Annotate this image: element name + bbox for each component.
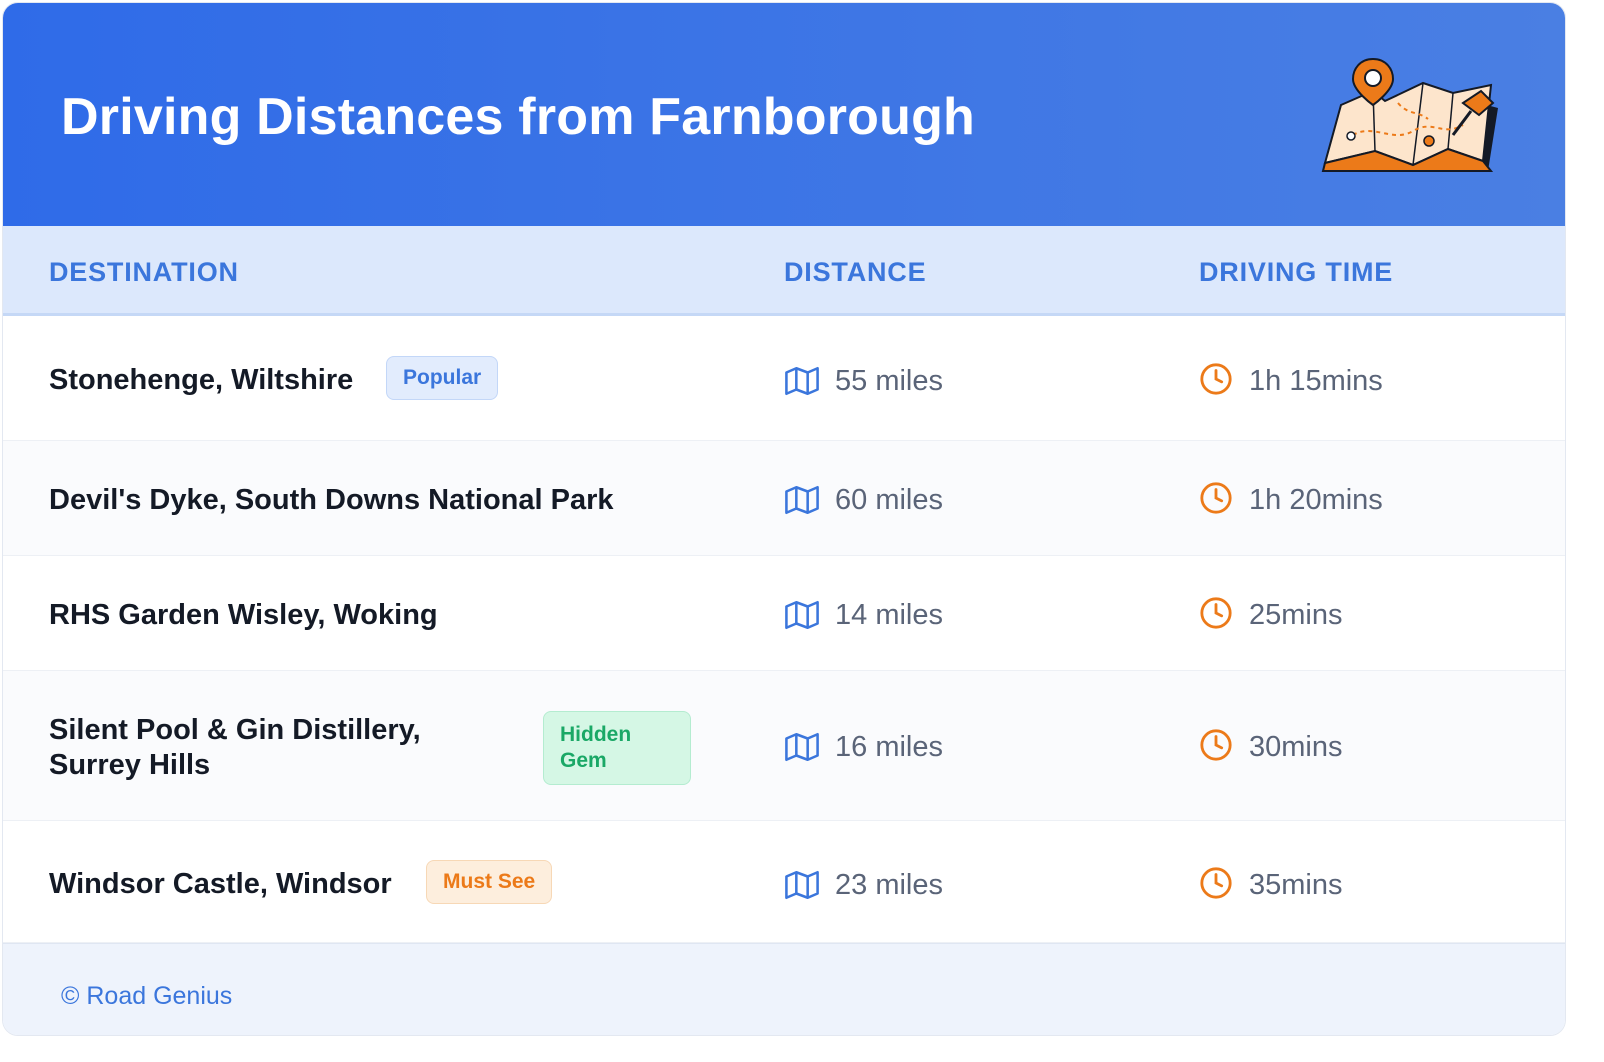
table-row: RHS Garden Wisley, Woking 14 miles 25min… [3,556,1565,671]
clock-icon [1200,482,1232,514]
map-pin-illustration-icon [1321,57,1498,172]
driving-time-value: 1h 15mins [1249,365,1383,397]
clock-icon [1200,363,1232,395]
hidden-gem-badge: Hidden Gem [543,711,691,785]
destination-name: Devil's Dyke, South Downs National Park [49,484,614,516]
table-row: Windsor Castle, Windsor Must See 23 mile… [3,821,1565,943]
driving-time-value: 1h 20mins [1249,484,1383,516]
page-title: Driving Distances from Farnborough [61,88,976,146]
card-footer: © Road Genius [3,943,1565,1035]
brand-credit: © Road Genius [61,982,233,1010]
destination-name-line-1: Silent Pool & Gin Distillery, [49,714,421,746]
clock-icon [1200,729,1232,761]
driving-time-value: 35mins [1249,869,1343,901]
distance-value: 16 miles [835,731,943,763]
table-row: Stonehenge, Wiltshire Popular 55 miles 1… [3,319,1565,441]
map-icon [785,732,819,762]
table-row: Silent Pool & Gin Distillery, Surrey Hil… [3,671,1565,821]
column-header-distance: DISTANCE [784,257,927,287]
distance-value: 55 miles [835,365,943,397]
distance-value: 60 miles [835,484,943,516]
distance-value: 14 miles [835,599,943,631]
map-icon [785,485,819,515]
popular-badge: Popular [386,356,499,400]
clock-icon [1200,867,1232,899]
table-row: Devil's Dyke, South Downs National Park … [3,441,1565,556]
must-see-badge: Must See [426,860,553,904]
destination-name: Windsor Castle, Windsor [49,868,392,900]
map-icon [785,600,819,630]
badge-line-1: Hidden [560,723,632,746]
distance-card: Driving Distances from Farnborough DESTI… [2,2,1566,1036]
clock-icon [1200,597,1232,629]
map-icon [785,366,819,396]
destination-name: RHS Garden Wisley, Woking [49,599,438,631]
driving-time-value: 25mins [1249,599,1343,631]
column-header-driving-time: DRIVING TIME [1199,257,1394,287]
table-header: DESTINATION DISTANCE DRIVING TIME [3,226,1565,316]
map-icon [785,870,819,900]
destination-name: Stonehenge, Wiltshire [49,364,354,396]
distance-value: 23 miles [835,869,943,901]
destination-name-line-2: Surrey Hills [49,749,211,781]
driving-time-value: 30mins [1249,731,1343,763]
badge-line-2: Gem [560,749,607,772]
destination-name: Silent Pool & Gin Distillery, Surrey Hil… [49,713,421,783]
column-header-destination: DESTINATION [49,257,239,287]
card-header: Driving Distances from Farnborough [3,3,1565,226]
